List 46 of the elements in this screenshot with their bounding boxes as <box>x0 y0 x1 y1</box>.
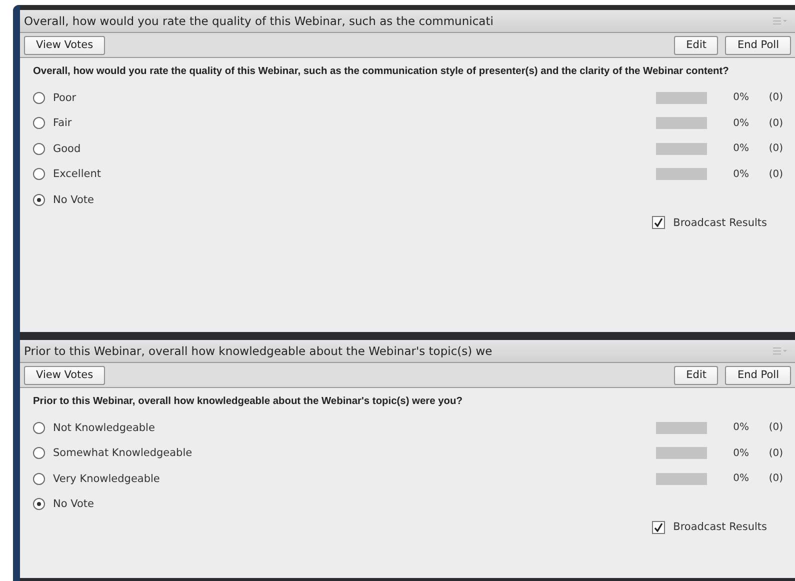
option-label: No Vote <box>53 194 94 206</box>
vote-count: (0) <box>768 168 783 180</box>
edit-button[interactable]: Edit <box>674 36 718 54</box>
poll-title: Overall, how would you rate the quality of this Webinar, such as the communicati <box>24 14 494 28</box>
vote-count: (0) <box>768 143 783 154</box>
end-poll-button[interactable]: End Poll <box>725 366 791 384</box>
radio-button[interactable] <box>33 117 45 130</box>
vote-count: (0) <box>768 118 783 129</box>
checkbox[interactable] <box>652 520 666 534</box>
vote-count: (0) <box>768 448 783 459</box>
vote-count: (0) <box>768 473 783 484</box>
percent-text: 0% <box>732 118 749 129</box>
poll-question: Overall, how would you rate the quality of this Webinar, such as the communication style of presenter(s) and the clarity of the Webinar content? <box>33 66 730 77</box>
checkbox-label: Broadcast Results <box>673 216 767 228</box>
option-label: Excellent <box>53 168 101 180</box>
checkbox-label: Broadcast Results <box>673 521 767 533</box>
percent-text: 0% <box>732 168 749 180</box>
percent-text: 0% <box>732 422 749 434</box>
option-label: Poor <box>53 92 76 104</box>
poll-title: Prior to this Webinar, overall how knowledgeable about the Webinar's topic(s) we <box>24 344 492 358</box>
radio-button[interactable] <box>33 142 45 155</box>
radio-button[interactable] <box>33 168 45 180</box>
vote-count: (0) <box>768 92 783 104</box>
option-label: No Vote <box>53 498 94 510</box>
edit-button[interactable]: Edit <box>674 366 718 384</box>
radio-button[interactable] <box>33 422 45 434</box>
vote-count: (0) <box>768 422 783 434</box>
percent-text: 0% <box>732 473 749 484</box>
radio-button[interactable] <box>33 447 45 460</box>
radio-button[interactable] <box>33 498 45 510</box>
percent-text: 0% <box>732 448 749 459</box>
option-label: Not Knowledgeable <box>53 422 155 434</box>
radio-button[interactable] <box>33 194 45 206</box>
percent-text: 0% <box>732 143 749 154</box>
radio-button[interactable] <box>33 92 45 104</box>
percent-text: 0% <box>732 92 749 104</box>
view-votes-button[interactable]: View Votes <box>24 366 106 384</box>
option-label: Very Knowledgeable <box>53 472 160 485</box>
end-poll-button[interactable]: End Poll <box>725 36 791 54</box>
option-label: Fair <box>53 117 72 130</box>
checkbox[interactable] <box>652 216 666 229</box>
poll-question: Prior to this Webinar, overall how knowledgeable about the Webinar's topic(s) were you? <box>33 396 464 407</box>
radio-button[interactable] <box>33 472 45 485</box>
option-label: Somewhat Knowledgeable <box>53 447 192 460</box>
view-votes-button[interactable]: View Votes <box>24 36 106 54</box>
option-label: Good <box>53 142 81 155</box>
